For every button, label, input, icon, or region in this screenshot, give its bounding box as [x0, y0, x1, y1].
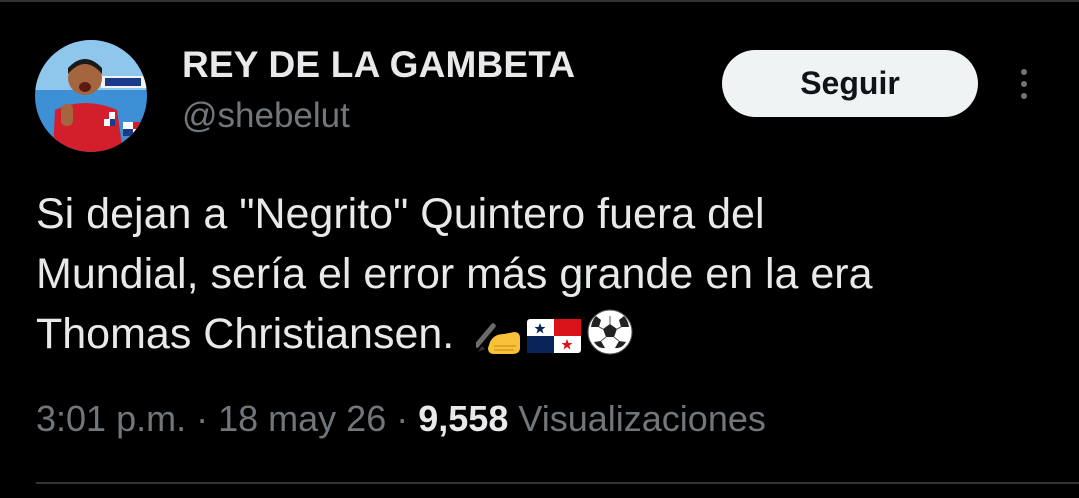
tweet-text: Si dejan a "Negrito" Quintero fuera del …: [36, 184, 1056, 372]
author-handle[interactable]: @shebelut: [182, 96, 350, 136]
top-divider: [0, 0, 1079, 2]
meta-separator: ·: [396, 398, 409, 439]
follow-button[interactable]: Seguir: [722, 50, 978, 117]
tweet-text-line-last: Thomas Christiansen.: [36, 304, 1056, 372]
tweet-time[interactable]: 3:01 p.m.: [36, 398, 186, 439]
more-options-icon[interactable]: [1006, 64, 1042, 104]
writing-hand-icon: [474, 312, 522, 372]
avatar[interactable]: [35, 40, 147, 152]
tweet-text-line: Mundial, sería el error más grande en la…: [36, 250, 873, 298]
bottom-divider: [36, 482, 1079, 484]
meta-separator: ·: [196, 398, 209, 439]
author-display-name[interactable]: REY DE LA GAMBETA: [182, 44, 575, 86]
tweet-text-line: Thomas Christiansen.: [36, 310, 455, 358]
tweet-metadata: 3:01 p.m. · 18 may 26 · 9,558 Visualizac…: [36, 398, 766, 440]
more-dot: [1021, 81, 1027, 87]
more-dot: [1021, 69, 1027, 75]
views-label[interactable]: Visualizaciones: [518, 398, 765, 439]
tweet-text-line: Si dejan a "Negrito" Quintero fuera del: [36, 190, 765, 238]
panama-flag-icon: [526, 312, 582, 372]
tweet-date[interactable]: 18 may 26: [218, 398, 386, 439]
soccer-ball-icon: [586, 308, 634, 372]
more-dot: [1021, 93, 1027, 99]
views-count[interactable]: 9,558: [418, 398, 508, 439]
